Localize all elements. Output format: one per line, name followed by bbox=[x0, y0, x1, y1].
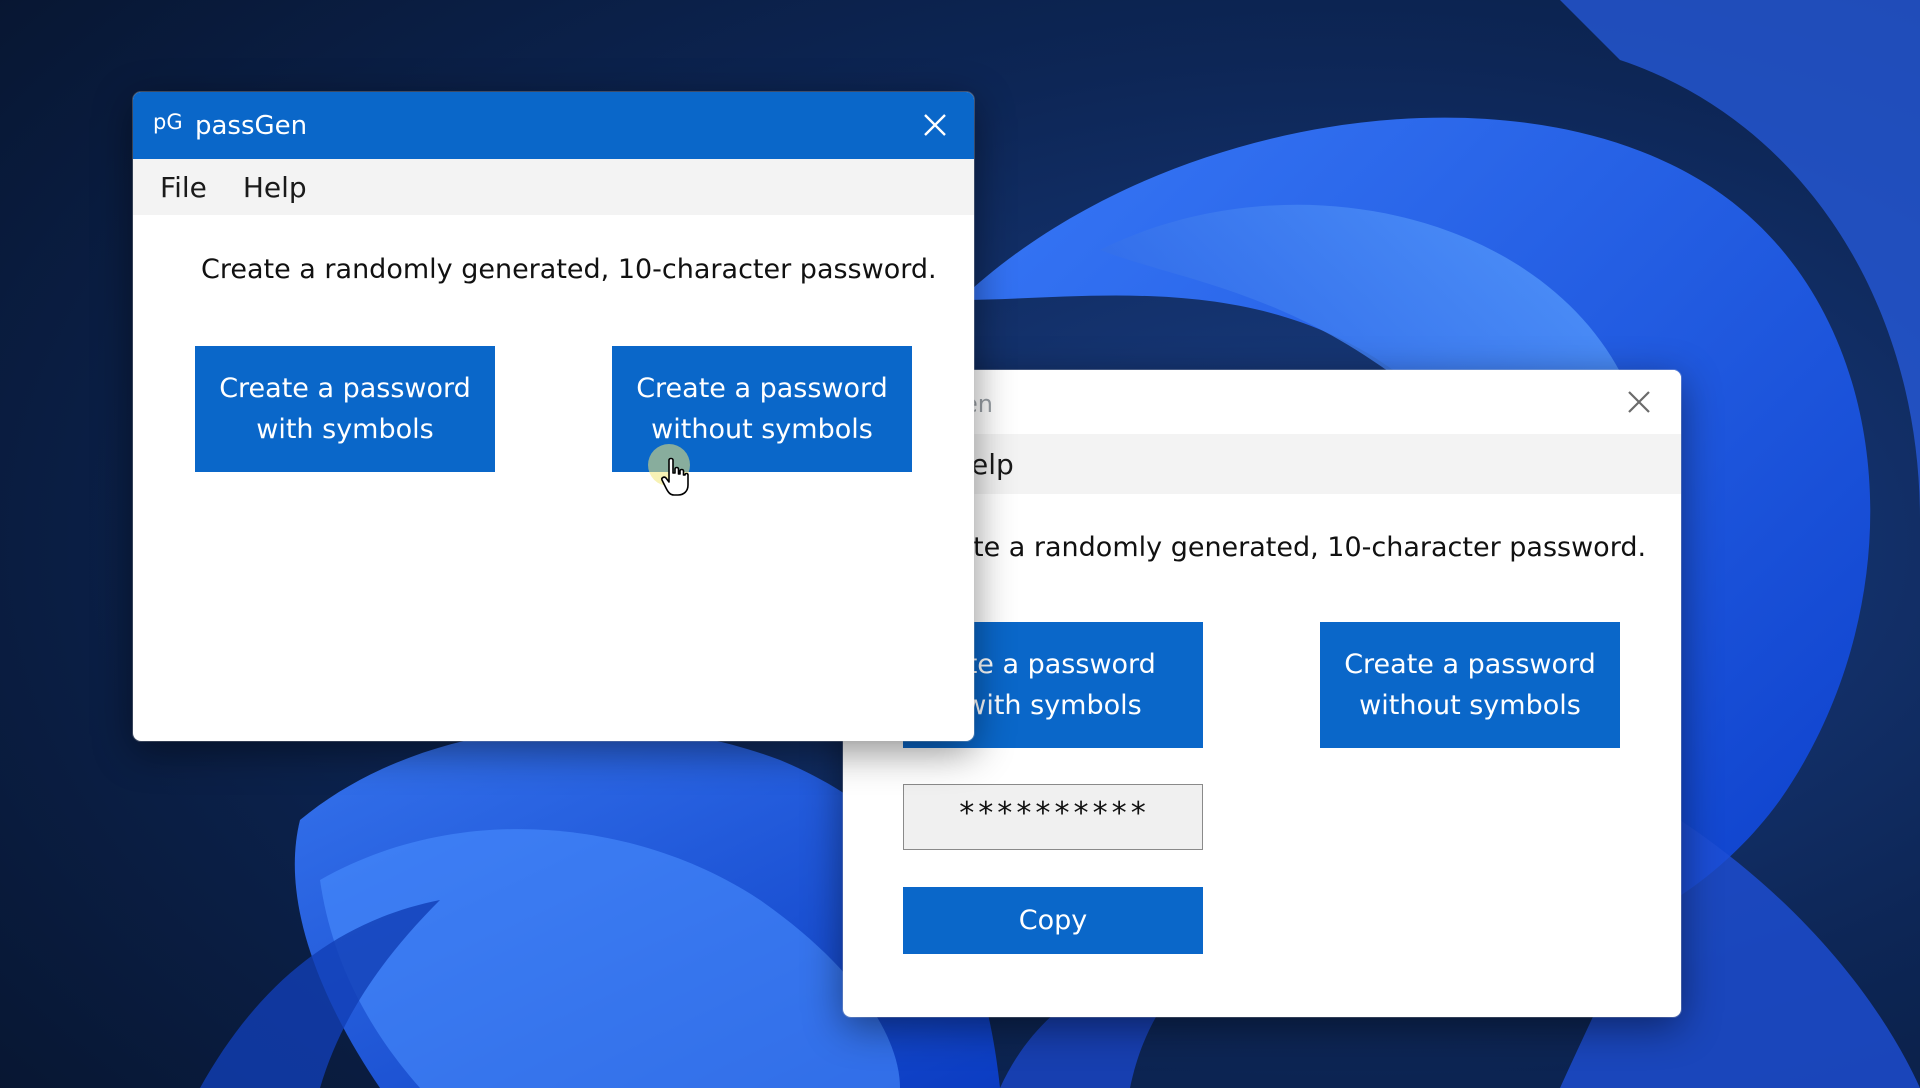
button-label-line: without symbols bbox=[1359, 690, 1581, 721]
button-label-line: with symbols bbox=[256, 414, 434, 445]
button-label-line: Create a password bbox=[636, 373, 888, 404]
button-label-line: Create a password bbox=[219, 373, 471, 404]
description-text: Create a randomly generated, 10-characte… bbox=[201, 254, 937, 285]
create-with-symbols-button[interactable]: Create a password with symbols bbox=[195, 346, 495, 472]
description-text: te a randomly generated, 10-character pa… bbox=[973, 532, 1647, 563]
menu-help[interactable]: Help bbox=[243, 171, 307, 204]
app-logo: pG bbox=[153, 110, 183, 134]
menu-bar: File Help bbox=[133, 159, 974, 215]
menu-help[interactable]: elp bbox=[971, 448, 1014, 481]
copy-button[interactable]: Copy bbox=[903, 887, 1203, 954]
close-icon[interactable] bbox=[1619, 382, 1659, 422]
title-bar[interactable]: pG passGen bbox=[133, 92, 974, 159]
close-icon[interactable] bbox=[915, 105, 955, 145]
window-title: passGen bbox=[195, 111, 308, 141]
button-label-line: Create a password bbox=[1344, 649, 1596, 680]
password-output-field[interactable]: ********** bbox=[903, 784, 1203, 850]
passgen-main-window[interactable]: pG passGen File Help Create a randomly g… bbox=[133, 92, 974, 741]
create-without-symbols-button[interactable]: Create a password without symbols bbox=[1320, 622, 1620, 748]
button-label-line: with symbols bbox=[964, 690, 1142, 721]
hand-pointer-icon bbox=[661, 457, 689, 496]
menu-file[interactable]: File bbox=[160, 171, 207, 204]
button-label-line: ate a password bbox=[950, 649, 1156, 680]
